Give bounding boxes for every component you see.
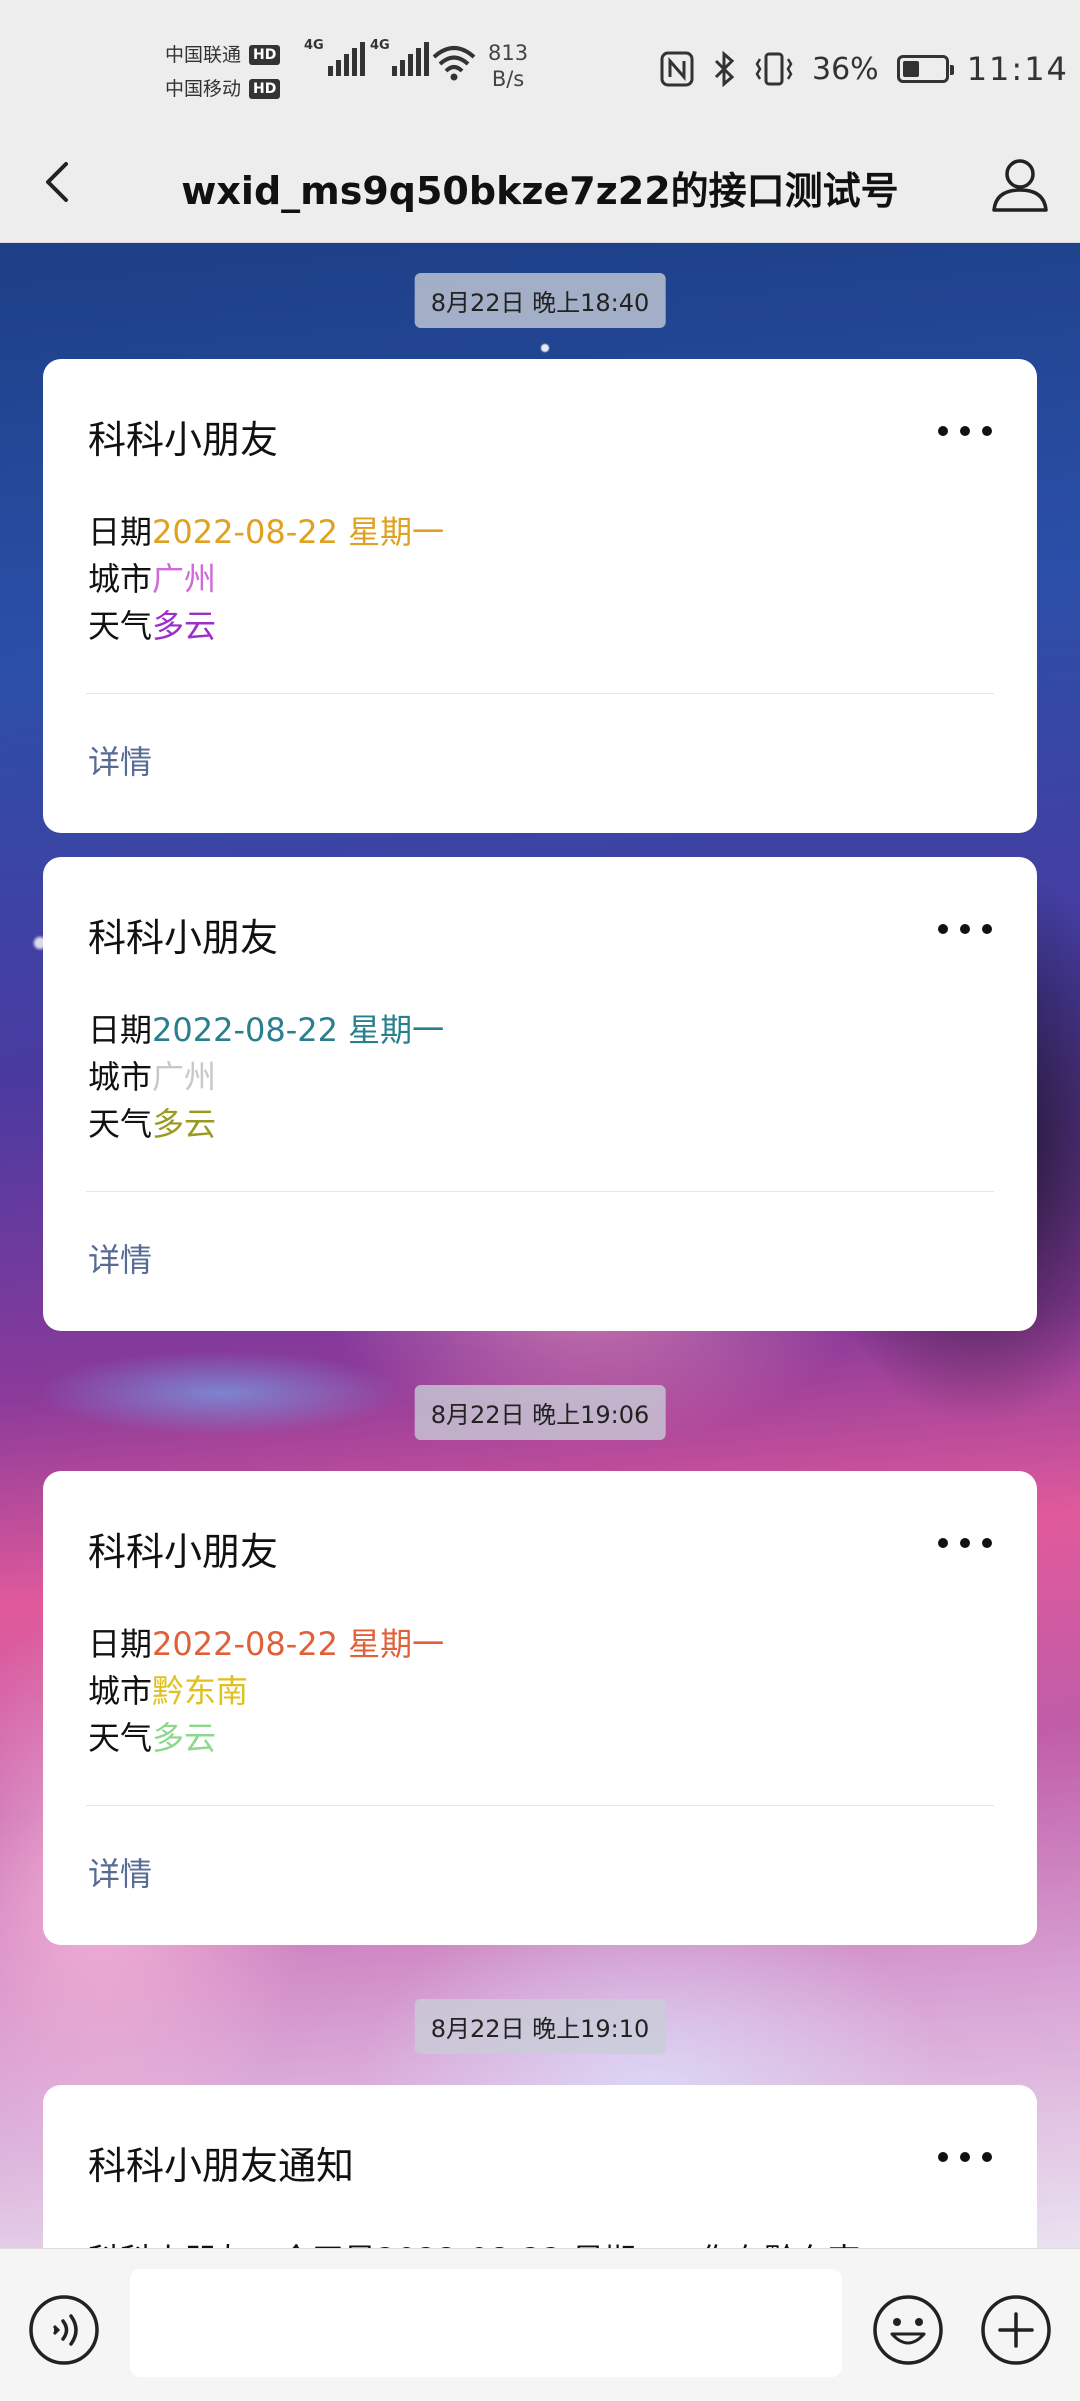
template-message-card[interactable]: 科科小朋友 日期2022-08-22 星期一 城市广州 天气多云 详情 [43,359,1037,833]
timestamp: 8月22日 晚上18:40 [414,273,666,328]
carrier-1: 中国联通 [165,44,242,66]
status-bar: 中国联通 HD 中国移动 HD 4G 4G 813 B/s 36% 11:14 [0,0,1080,130]
chat-area[interactable]: 8月22日 晚上18:40 科科小朋友 日期2022-08-22 星期一 城市广… [0,243,1080,2248]
clock: 11:14 [966,50,1069,88]
weather-label: 天气 [88,607,153,645]
divider [86,1191,994,1192]
more-icon[interactable] [938,2147,992,2167]
city-line: 城市黔东南 [88,1668,444,1715]
city-value: 黔东南 [152,1672,249,1710]
date-line: 日期2022-08-22 星期一 [88,1007,444,1054]
city-line: 城市广州 [88,1054,444,1101]
card-body: 日期2022-08-22 星期一 城市广州 天气多云 [88,509,444,650]
city-value: 广州 [152,560,217,598]
wifi-icon [432,46,476,81]
signal-2-label: 4G [370,38,390,53]
signal-1-label: 4G [304,38,324,53]
date-value: 2022-08-22 星期一 [152,1625,445,1663]
carrier-info: 中国联通 HD 中国移动 HD [165,38,281,106]
card-body: 日期2022-08-22 星期一 城市广州 天气多云 [88,1007,444,1148]
more-icon[interactable] [938,1533,992,1553]
date-value: 2022-08-22 星期一 [152,1011,445,1049]
message-input[interactable] [130,2269,842,2377]
bluetooth-icon [714,51,735,87]
template-message-card[interactable]: 科科小朋友通知 科科小朋友，今天是2022-08-22 星期一，你在黔东南 [43,2085,1037,2248]
card-title: 科科小朋友通知 [88,2144,355,2188]
chevron-left-icon[interactable] [30,152,90,212]
weather-line: 天气多云 [88,603,444,650]
input-bar [0,2248,1080,2401]
weather-label: 天气 [88,1105,153,1143]
date-label: 日期 [88,1625,153,1663]
hd-badge-1: HD [249,45,281,65]
weather-value: 多云 [152,1105,217,1143]
card-title: 科科小朋友 [88,1530,279,1574]
emoji-icon[interactable] [872,2294,944,2366]
weather-value: 多云 [152,607,217,645]
city-label: 城市 [88,1058,153,1096]
date-value: 2022-08-22 星期一 [152,513,445,551]
carrier-2: 中国移动 [165,78,242,100]
divider [86,693,994,694]
weather-label: 天气 [88,1719,153,1757]
hd-badge-2: HD [249,79,281,99]
net-speed-value: 813 [488,41,529,65]
divider [86,1805,994,1806]
chat-title: wxid_ms9q50bkze7z22的接口测试号 [181,169,899,213]
weather-line: 天气多云 [88,1101,444,1148]
detail-link[interactable]: 详情 [88,1235,152,1281]
more-icon[interactable] [938,919,992,939]
template-message-card[interactable]: 科科小朋友 日期2022-08-22 星期一 城市广州 天气多云 详情 [43,857,1037,1331]
city-label: 城市 [88,560,153,598]
date-line: 日期2022-08-22 星期一 [88,1621,444,1668]
card-preview: 科科小朋友，今天是2022-08-22 星期一，你在黔东南 [88,2235,860,2248]
battery-percent: 36% [812,51,879,87]
weather-value: 多云 [152,1719,217,1757]
voice-icon[interactable] [28,2294,100,2366]
city-value: 广州 [152,1058,217,1096]
card-body: 日期2022-08-22 星期一 城市黔东南 天气多云 [88,1621,444,1762]
date-label: 日期 [88,1011,153,1049]
detail-link[interactable]: 详情 [88,1849,152,1895]
city-label: 城市 [88,1672,153,1710]
timestamp: 8月22日 晚上19:10 [414,1999,666,2054]
net-speed-unit: B/s [491,67,525,91]
card-title: 科科小朋友 [88,916,279,960]
signal-2-icon: 4G [370,38,429,76]
signal-1-icon: 4G [304,38,365,76]
nfc-icon [660,51,694,87]
person-icon[interactable] [988,152,1052,216]
plus-icon[interactable] [980,2294,1052,2366]
template-message-card[interactable]: 科科小朋友 日期2022-08-22 星期一 城市黔东南 天气多云 详情 [43,1471,1037,1945]
date-label: 日期 [88,513,153,551]
timestamp: 8月22日 晚上19:06 [414,1385,666,1440]
weather-line: 天气多云 [88,1715,444,1762]
city-line: 城市广州 [88,556,444,603]
date-line: 日期2022-08-22 星期一 [88,509,444,556]
battery-icon [896,55,954,83]
more-icon[interactable] [938,421,992,441]
status-right: 36% 11:14 [660,50,1069,88]
chat-header: wxid_ms9q50bkze7z22的接口测试号 [0,130,1080,243]
card-title: 科科小朋友 [88,418,279,462]
detail-link[interactable]: 详情 [88,737,152,783]
vibrate-icon [755,52,793,86]
net-speed: 813 B/s [488,40,528,92]
